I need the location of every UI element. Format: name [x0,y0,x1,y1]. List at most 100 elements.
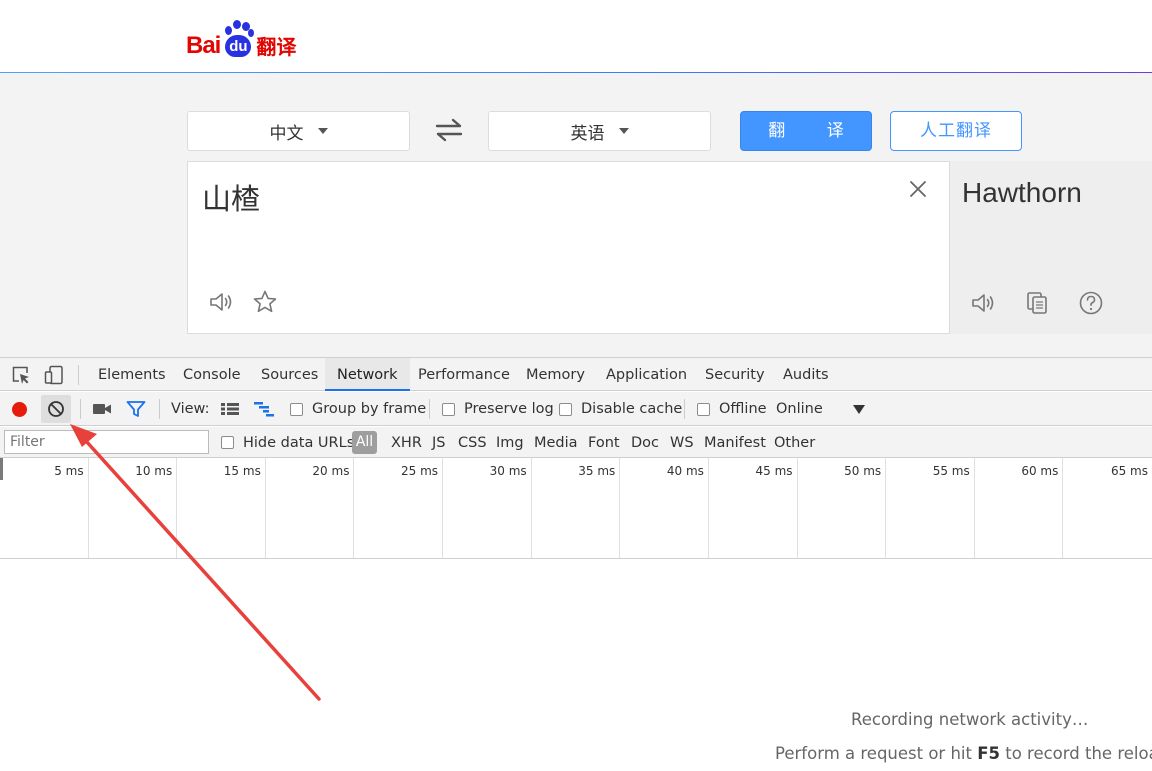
result-text: Hawthorn [962,177,1082,208]
timeline-tick-label: 35 ms [578,464,616,478]
screenshot: Bai du 翻译 中文 英语 翻 译 人工翻译 山楂 Hawthorn Ele… [0,0,1152,771]
result-panel: Hawthorn [950,161,1152,334]
offline-label: Offline [719,401,767,417]
checkbox[interactable] [221,436,234,449]
timeline-tick-label: 5 ms [54,464,84,478]
help-icon[interactable] [1078,290,1104,316]
source-text-area[interactable]: 山楂 [187,161,950,334]
checkbox[interactable] [442,402,455,416]
disable-cache-checkbox[interactable]: Disable cache [559,392,682,426]
tab-application[interactable]: Application [594,358,699,391]
filter-type-other[interactable]: Other [774,427,815,458]
filter-type-doc[interactable]: Doc [631,427,659,458]
video-camera-icon [93,404,111,414]
timeline-tick-label: 40 ms [666,464,704,478]
checkbox[interactable] [697,402,710,416]
tab-performance[interactable]: Performance [406,358,522,391]
baidu-translate-logo[interactable]: Bai du 翻译 [186,14,296,58]
timeline-column: 5 ms [0,458,89,558]
timeline-tick-label: 15 ms [223,464,261,478]
filter-type-media[interactable]: Media [534,427,578,458]
offline-checkbox[interactable]: Offline [697,392,767,426]
source-language-select[interactable]: 中文 [187,111,410,151]
list-view-icon [221,403,239,415]
disable-cache-label: Disable cache [581,401,683,417]
human-translate-button[interactable]: 人工翻译 [890,111,1022,151]
group-by-frame-label: Group by frame [312,401,427,417]
filter-toggle-button[interactable] [126,392,146,426]
timeline-column: 35 ms [532,458,621,558]
large-rows-toggle[interactable] [220,392,240,426]
timeline-tick-label: 30 ms [489,464,527,478]
inspect-element-icon[interactable] [11,365,31,385]
baidu-header: Bai du 翻译 [0,0,1152,72]
tab-console[interactable]: Console [171,358,253,391]
reload-hint-before: Perform a request or hit [775,744,978,763]
star-icon[interactable] [252,289,278,315]
timeline-column: 60 ms [975,458,1064,558]
filter-type-js[interactable]: JS [432,427,445,458]
close-icon[interactable] [909,180,927,198]
timeline-tick-label: 25 ms [401,464,439,478]
filter-type-ws[interactable]: WS [670,427,694,458]
timeline-column: 25 ms [354,458,444,558]
timeline-column: 55 ms [886,458,975,558]
tab-memory[interactable]: Memory [514,358,597,391]
filter-input[interactable] [4,430,209,454]
group-by-frame-checkbox[interactable]: Group by frame [290,392,426,426]
hide-data-urls-label: Hide data URLs [243,434,355,451]
source-tools [208,289,278,315]
timeline-column: 45 ms [709,458,798,558]
throttling-value: Online [776,401,823,417]
timeline-tick-label: 10 ms [135,464,173,478]
network-toolbar: View: Group by frame Preserve log Disabl… [0,392,1152,426]
tab-sources[interactable]: Sources [249,358,330,391]
speaker-icon[interactable] [208,289,234,315]
network-overview-timeline[interactable]: 5 ms 10 ms 15 ms 20 ms 25 ms 30 ms 35 ms 40 ms 4… [0,458,1152,559]
filter-type-img[interactable]: Img [496,427,524,458]
timeline-column: 65 ms [1063,458,1152,558]
filter-funnel-icon [126,401,146,417]
checkbox[interactable] [290,402,303,416]
capture-screenshots-button[interactable] [92,392,112,426]
tab-audits[interactable]: Audits [771,358,841,391]
swap-languages-icon[interactable] [434,117,464,143]
reload-hint-after: to record the reload. [1005,744,1152,763]
clear-icon [48,401,64,417]
timeline-column: 50 ms [798,458,887,558]
translate-button[interactable]: 翻 译 [740,111,872,151]
filter-type-all[interactable]: All [352,431,377,454]
chevron-down-icon [317,128,328,134]
record-button[interactable] [12,392,27,426]
timeline-column: 20 ms [266,458,355,558]
speaker-icon[interactable] [970,290,996,316]
checkbox[interactable] [559,402,572,416]
copy-icon[interactable] [1024,290,1050,316]
reload-hint-key: F5 [977,744,1000,763]
tab-network[interactable]: Network [325,358,410,391]
clear-button[interactable] [41,392,71,426]
preserve-log-checkbox[interactable]: Preserve log [442,392,554,426]
devtools-panel: Elements Console Sources Network Perform… [0,357,1152,771]
tab-elements[interactable]: Elements [86,358,178,391]
target-language-select[interactable]: 英语 [488,111,711,151]
filter-type-font[interactable]: Font [588,427,620,458]
source-text[interactable]: 山楂 [202,176,260,218]
chevron-down-icon [618,128,629,134]
filter-type-xhr[interactable]: XHR [391,427,422,458]
timeline-tick-label: 20 ms [312,464,350,478]
overview-toggle[interactable] [253,392,275,426]
divider [429,399,430,419]
timeline-tick-label: 60 ms [1021,464,1059,478]
throttling-select[interactable]: Online [776,392,865,426]
tab-security[interactable]: Security [693,358,777,391]
hide-data-urls-checkbox[interactable]: Hide data URLs [221,427,354,458]
filter-type-manifest[interactable]: Manifest [704,427,766,458]
filter-type-css[interactable]: CSS [458,427,487,458]
recording-message: Recording network activity… [851,710,1089,729]
waterfall-icon [254,402,274,417]
reload-hint: Perform a request or hit F5 to record th… [775,744,1152,763]
device-toolbar-icon[interactable] [44,365,64,385]
divider [159,399,160,419]
translate-panel: 中文 英语 翻 译 人工翻译 山楂 Hawthorn [0,73,1152,357]
